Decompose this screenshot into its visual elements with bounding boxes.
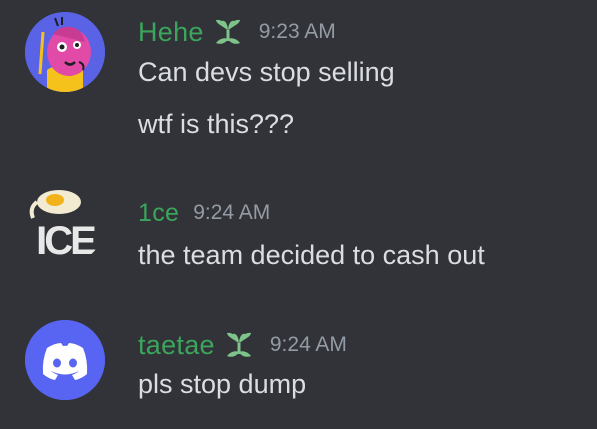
message-header: 1ce 9:24 AM bbox=[138, 196, 270, 230]
message-text: pls stop dump bbox=[138, 369, 307, 399]
user-avatar[interactable]: ICE bbox=[25, 184, 105, 264]
sprout-badge-icon[interactable] bbox=[211, 15, 245, 49]
timestamp: 9:24 AM bbox=[269, 333, 347, 356]
message-header: Hehe 9:23 AM bbox=[138, 12, 336, 52]
username[interactable]: Hehe bbox=[138, 17, 204, 48]
message-text: Can devs stop selling bbox=[138, 57, 395, 87]
username[interactable]: 1ce bbox=[138, 199, 179, 228]
username[interactable]: taetae bbox=[138, 330, 215, 361]
sprout-badge-icon[interactable] bbox=[222, 328, 256, 362]
ice-logo-avatar-icon: ICE bbox=[25, 184, 105, 264]
message-header: taetae 9:24 AM bbox=[138, 325, 347, 365]
pink-character-avatar-icon bbox=[25, 12, 105, 92]
user-avatar[interactable] bbox=[25, 320, 105, 400]
message-text: wtf is this??? bbox=[138, 109, 295, 139]
timestamp: 9:23 AM bbox=[258, 20, 336, 43]
message-text: the team decided to cash out bbox=[138, 240, 485, 270]
user-avatar[interactable] bbox=[25, 12, 105, 92]
discord-logo-avatar-icon bbox=[25, 320, 105, 400]
timestamp: 9:24 AM bbox=[193, 201, 271, 224]
svg-text:ICE: ICE bbox=[36, 219, 96, 263]
